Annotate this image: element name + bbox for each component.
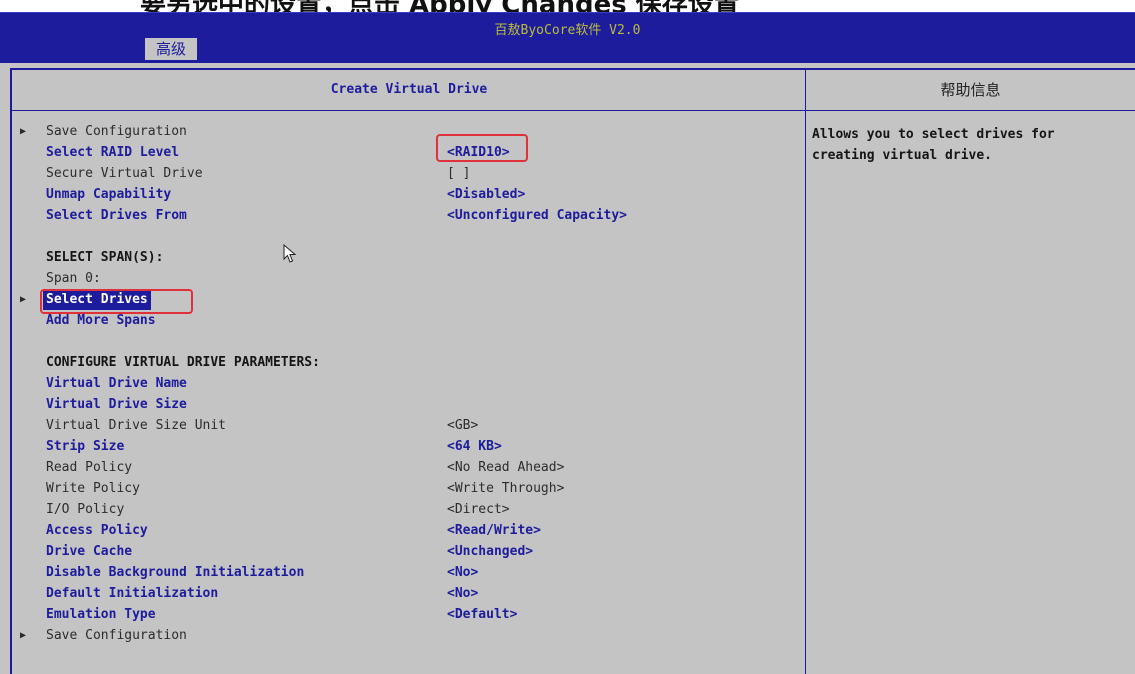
setting-select-span-s: SELECT SPAN(S): <box>20 247 800 268</box>
setting-write-policy: Write Policy <Write Through> <box>20 478 800 499</box>
setting-virtual-drive-size[interactable]: Virtual Drive Size <box>20 394 800 415</box>
blank-row <box>20 226 800 247</box>
tab-advanced[interactable]: 高级 <box>145 38 197 60</box>
setting-label: Select Drives From <box>46 208 187 223</box>
setting-label: Save Configuration <box>46 628 187 643</box>
setting-label: Save Configuration <box>46 124 187 139</box>
setting-label: Default Initialization <box>46 586 219 601</box>
setting-value[interactable]: <64 KB> <box>447 436 502 457</box>
setting-access-policy[interactable]: Access Policy <Read/Write> <box>20 520 800 541</box>
setting-value: [ ] <box>447 166 471 181</box>
page-header-strip: 要另选中的设置，点击 Apply Changes 保存设置 <box>0 0 1135 12</box>
submenu-arrow-icon: ▶ <box>20 630 27 641</box>
setting-label: SELECT SPAN(S): <box>46 250 164 265</box>
setting-value[interactable]: <Default> <box>447 604 517 625</box>
setting-label: Drive Cache <box>46 544 133 559</box>
submenu-arrow-icon: ▶ <box>20 126 27 137</box>
help-text: Allows you to select drives for creating… <box>812 127 1055 163</box>
setting-select-raid-level[interactable]: Select RAID Level <RAID10> <box>20 142 800 163</box>
setting-disable-background-initialization[interactable]: Disable Background Initialization <No> <box>20 562 800 583</box>
setting-select-drives-from[interactable]: Select Drives From <Unconfigured Capacity… <box>20 205 800 226</box>
setting-label: Span 0: <box>46 271 101 286</box>
setting-label: Virtual Drive Size <box>46 397 187 412</box>
setting-label: Virtual Drive Size Unit <box>46 418 227 433</box>
setting-value: <Write Through> <box>447 481 565 496</box>
setting-value: <No Read Ahead> <box>447 460 565 475</box>
app-title: 百敖ByoCore软件 V2.0 <box>494 23 641 38</box>
mouse-pointer-icon <box>283 244 297 263</box>
page-header-text: 要另选中的设置，点击 Apply Changes 保存设置 <box>140 0 740 12</box>
setting-value[interactable]: <Disabled> <box>447 184 525 205</box>
setting-label: Strip Size <box>46 439 125 454</box>
help-panel-title: 帮助信息 <box>940 81 1001 99</box>
setting-label: I/O Policy <box>46 502 125 517</box>
header-divider <box>12 110 1135 111</box>
setting-value[interactable]: <No> <box>447 583 478 604</box>
setting-drive-cache[interactable]: Drive Cache <Unchanged> <box>20 541 800 562</box>
setting-save-configuration[interactable]: ▶ Save Configuration <box>20 121 800 142</box>
setting-emulation-type[interactable]: Emulation Type <Default> <box>20 604 800 625</box>
setting-read-policy: Read Policy <No Read Ahead> <box>20 457 800 478</box>
setting-label: Emulation Type <box>46 607 156 622</box>
submenu-arrow-icon: ▶ <box>20 294 27 305</box>
setting-strip-size[interactable]: Strip Size <64 KB> <box>20 436 800 457</box>
setting-value: <GB> <box>447 418 479 433</box>
setting-virtual-drive-size-unit: Virtual Drive Size Unit <GB> <box>20 415 800 436</box>
setting-label: Virtual Drive Name <box>46 376 187 391</box>
setting-label: Secure Virtual Drive <box>46 166 203 181</box>
setting-default-initialization[interactable]: Default Initialization <No> <box>20 583 800 604</box>
select-drives-highlight-box <box>40 289 193 314</box>
setting-value[interactable]: <Read/Write> <box>447 520 541 541</box>
setting-configure-virtual-drive-parameters: CONFIGURE VIRTUAL DRIVE PARAMETERS: <box>20 352 800 373</box>
setting-span-0: Span 0: <box>20 268 800 289</box>
setting-label: Access Policy <box>46 523 148 538</box>
setting-label: CONFIGURE VIRTUAL DRIVE PARAMETERS: <box>46 355 320 370</box>
setting-virtual-drive-name[interactable]: Virtual Drive Name <box>20 373 800 394</box>
setting-value: <Direct> <box>447 502 510 517</box>
setting-label: Unmap Capability <box>46 187 172 202</box>
setting-value[interactable]: <No> <box>447 562 478 583</box>
setting-value[interactable]: <Unconfigured Capacity> <box>447 205 627 226</box>
setting-label: Read Policy <box>46 460 133 475</box>
setting-save-configuration[interactable]: ▶ Save Configuration <box>20 625 800 646</box>
panel-divider <box>805 68 806 674</box>
main-panel-title: Create Virtual Drive <box>330 82 488 97</box>
setting-secure-virtual-drive: Secure Virtual Drive [ ] <box>20 163 800 184</box>
setting-label: Write Policy <box>46 481 140 496</box>
setting-value[interactable]: <Unchanged> <box>447 541 533 562</box>
setting-unmap-capability[interactable]: Unmap Capability <Disabled> <box>20 184 800 205</box>
raid-level-highlight-box <box>436 134 528 162</box>
setting-i-o-policy: I/O Policy <Direct> <box>20 499 800 520</box>
bios-title-bar: 百敖ByoCore软件 V2.0 高级 <box>0 12 1135 63</box>
setting-label: Select RAID Level <box>46 145 180 160</box>
setting-label: Disable Background Initialization <box>46 565 305 580</box>
blank-row <box>20 331 800 352</box>
